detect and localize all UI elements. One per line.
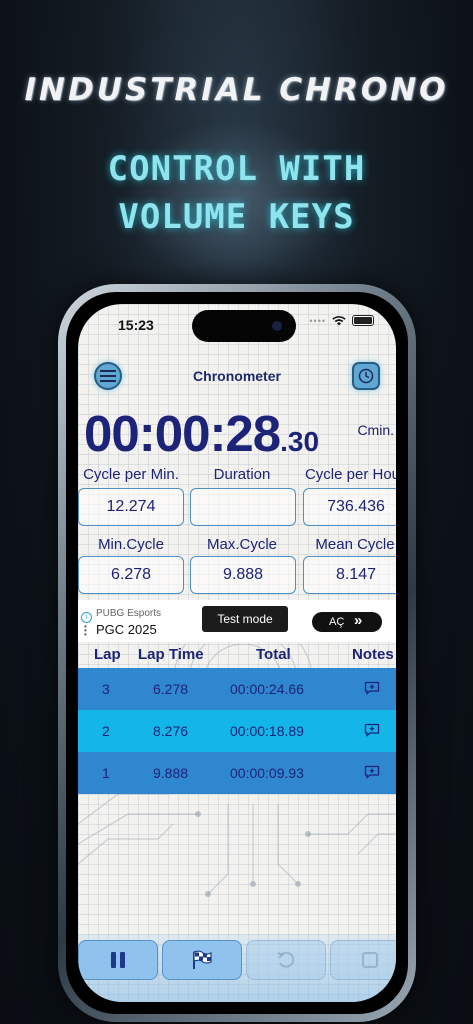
lap-time: 9.888 [153,765,189,781]
promo-tagline: CONTROL WITH VOLUME KEYS [0,145,473,241]
ad-banner[interactable]: i • • • PUBG Esports PGC 2025 Test mode AÇ… [78,600,396,642]
status-time: 15:23 [118,317,154,333]
ad-open-button[interactable]: AÇ » [312,612,382,632]
ad-sponsor: PUBG Esports [96,608,162,619]
duration-label: Duration [213,466,271,483]
duration-field[interactable] [190,488,296,526]
clock-icon [358,368,374,384]
min-cycle-label: Min.Cycle [98,536,164,553]
page-title: Chronometer [193,368,281,384]
ad-open-label: AÇ [329,616,345,628]
max-cycle-field: 9.888 [190,556,296,594]
timer-fraction: .30 [280,426,320,457]
save-icon [362,952,378,968]
cycle-per-min-field: 12.274 [78,488,184,526]
max-cycle-label: Max.Cycle [206,536,277,553]
checkered-flag-icon [193,950,212,969]
lap-total: 00:00:24.66 [230,681,304,697]
camera-dot [272,321,282,331]
col-header-total: Total [256,646,291,663]
table-row[interactable]: 1 9.888 00:00:09.93 [78,752,396,794]
promo-app-name: INDUSTRIAL CHRONO [24,72,449,108]
ad-options-icon[interactable]: • • • [84,623,87,639]
add-note-icon[interactable] [364,681,380,695]
ad-test-mode-label: Test mode [202,606,288,632]
app-screen: 15:23 •••• Chronometer 00:00:28.30 Cmin.… [78,304,396,1002]
col-header-lap: Lap [94,646,121,663]
timer-main: 00:00:28 [84,405,281,462]
table-row[interactable]: 3 6.278 00:00:24.66 [78,668,396,710]
lap-button[interactable] [162,940,242,980]
lap-number: 1 [102,765,110,781]
lap-number: 3 [102,681,110,697]
lap-time: 8.276 [153,723,189,739]
battery-icon [352,315,374,326]
pause-button[interactable] [78,940,158,980]
lap-total: 00:00:18.89 [230,723,304,739]
add-note-icon[interactable] [364,723,380,737]
cycle-per-min-label: Cycle per Min. [83,466,179,483]
undo-icon [277,951,295,968]
history-button[interactable] [352,362,380,390]
phone-frame: 15:23 •••• Chronometer 00:00:28.30 Cmin.… [58,284,416,1022]
phone-bezel: 15:23 •••• Chronometer 00:00:28.30 Cmin.… [66,292,408,1014]
add-note-icon[interactable] [364,765,380,779]
col-header-notes: Notes [352,646,394,663]
lap-total: 00:00:09.93 [230,765,304,781]
tagline-line-1: CONTROL WITH [107,149,366,189]
signal-icon: •••• [309,315,326,326]
col-header-lap-time: Lap Time [138,646,204,663]
reset-button[interactable] [246,940,326,980]
mean-cycle-field: 8.147 [303,556,396,594]
main-timer: 00:00:28.30 [84,404,319,463]
lap-number: 2 [102,723,110,739]
table-row[interactable]: 2 8.276 00:00:18.89 [78,710,396,752]
cycle-per-hour-label: Cycle per Hour [304,466,396,483]
timer-unit: Cmin. [357,422,394,438]
ad-headline: PGC 2025 [96,622,157,637]
min-cycle-field: 6.278 [78,556,184,594]
tagline-line-2: VOLUME KEYS [118,197,355,237]
status-icons: •••• [309,315,374,326]
pause-icon [111,952,125,968]
chevrons-right-icon: » [354,612,363,629]
wifi-icon [332,315,346,325]
dynamic-island [192,310,296,342]
lap-time: 6.278 [153,681,189,697]
cycle-per-hour-field: 736.436 [303,488,396,526]
mean-cycle-label: Mean Cycle [315,536,395,553]
save-button[interactable] [330,940,396,980]
